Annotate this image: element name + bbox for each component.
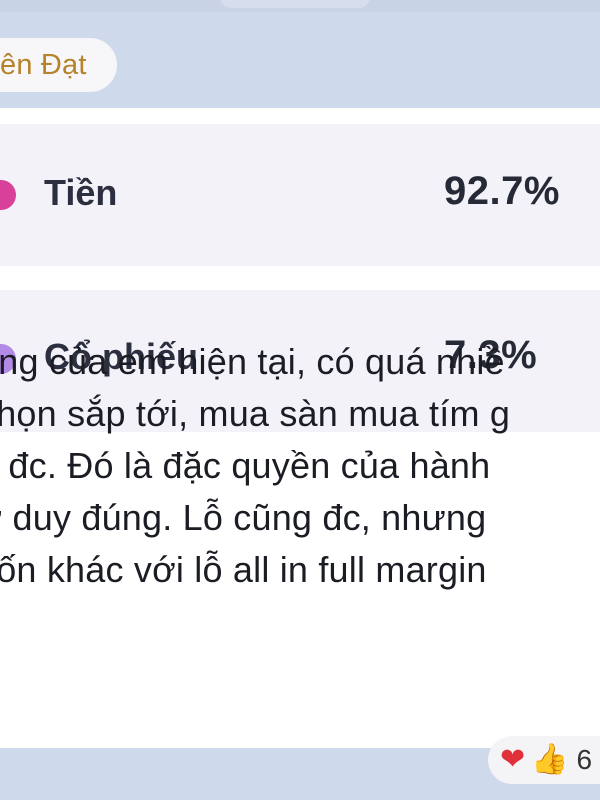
message-line: ư duy đúng. Lỗ cũng đc, nhưng <box>0 497 487 538</box>
header-pill <box>220 0 370 8</box>
message-line: g đc. Đó là đặc quyền của hành <box>0 445 491 486</box>
heart-icon[interactable]: ❤ <box>500 745 525 775</box>
reaction-count: 6 <box>576 744 593 775</box>
thumbs-up-icon[interactable]: 👍 <box>531 745 568 775</box>
message-text: ọng của em hiện tại, có quá nhiề chọn sắ… <box>0 336 600 596</box>
allocation-row-cash: Tiền 92.7% <box>0 124 600 266</box>
allocation-label-cash: Tiền <box>44 172 118 213</box>
cash-color-dot <box>0 180 16 210</box>
allocation-value-cash: 92.7% <box>444 169 560 213</box>
message-line: vốn khác với lỗ all in full margin <box>0 549 487 590</box>
message-line: chọn sắp tới, mua sàn mua tím g <box>0 393 511 434</box>
sender-name: ên Đạt <box>0 48 87 81</box>
reactions-bar[interactable]: ❤ 👍 6 <box>488 736 600 784</box>
sender-tag[interactable]: ên Đạt <box>0 38 117 92</box>
message-line: ọng của em hiện tại, có quá nhiề <box>0 341 505 382</box>
